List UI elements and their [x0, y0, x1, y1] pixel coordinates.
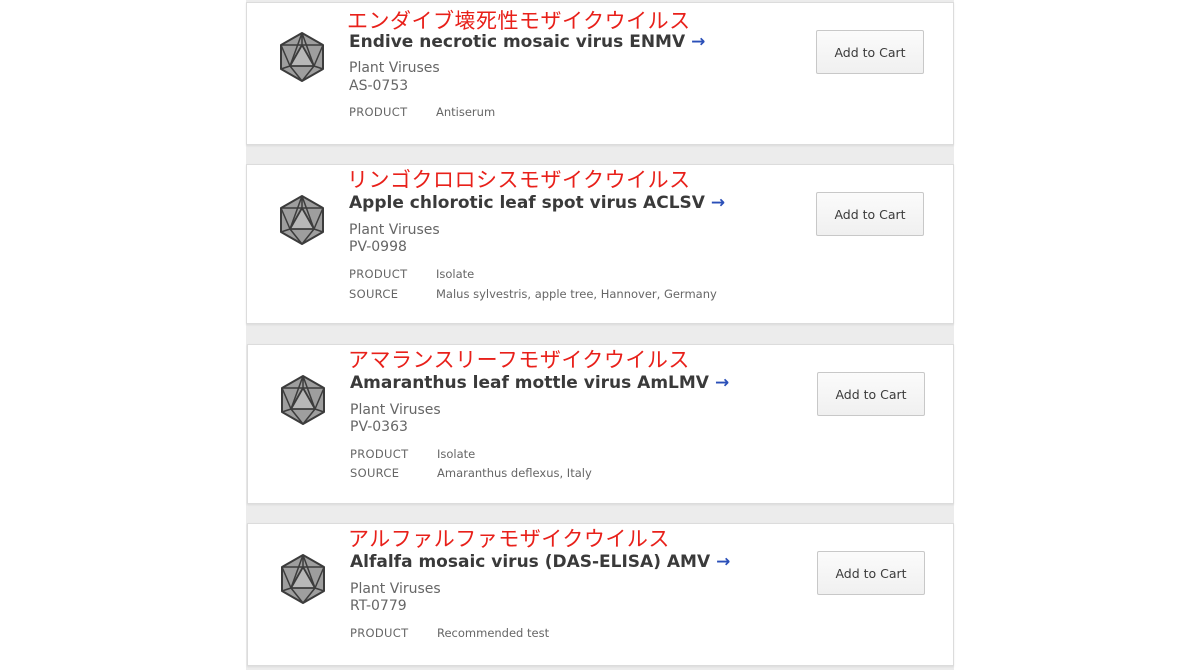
product-card: アルファルファモザイクウイルス Alfalfa mosaic virus (DA… [247, 523, 954, 666]
property-label: PRODUCT [350, 447, 409, 461]
add-to-cart-button[interactable]: Add to Cart [816, 30, 924, 74]
property-value: Antiserum [436, 105, 496, 119]
japanese-name-annotation: エンダイブ壊死性モザイクウイルス [347, 9, 691, 33]
virus-icosahedron-icon [280, 374, 326, 426]
property-label: SOURCE [350, 466, 400, 480]
product-category: Plant Viruses [350, 402, 441, 418]
product-code: RT-0779 [350, 598, 407, 614]
product-title[interactable]: Alfalfa mosaic virus (DAS-ELISA) AMV [350, 552, 710, 572]
arrow-right-icon[interactable]: → [716, 552, 730, 572]
product-title[interactable]: Amaranthus leaf mottle virus AmLMV [350, 373, 709, 393]
product-category: Plant Viruses [349, 222, 440, 238]
product-title[interactable]: Apple chlorotic leaf spot virus ACLSV [349, 193, 705, 213]
product-card: リンゴクロロシスモザイクウイルス Apple chlorotic leaf sp… [246, 164, 954, 324]
japanese-name-annotation: リンゴクロロシスモザイクウイルス [347, 168, 691, 192]
property-value: Recommended test [437, 626, 550, 640]
product-category: Plant Viruses [349, 60, 440, 76]
virus-icosahedron-icon [279, 31, 325, 83]
japanese-name-annotation: アマランスリーフモザイクウイルス [348, 348, 690, 372]
virus-icosahedron-icon [280, 553, 326, 605]
product-title-link[interactable]: Alfalfa mosaic virus (DAS-ELISA) AMV → [350, 551, 730, 573]
product-title-link[interactable]: Apple chlorotic leaf spot virus ACLSV → [349, 192, 725, 214]
property-value: Isolate [437, 447, 476, 461]
product-code: AS-0753 [349, 78, 409, 94]
japanese-name-annotation: アルファルファモザイクウイルス [348, 527, 670, 551]
property-label: PRODUCT [349, 267, 408, 281]
property-value: Isolate [436, 267, 475, 281]
product-card: エンダイブ壊死性モザイクウイルス Endive necrotic mosaic … [246, 2, 954, 145]
property-label: SOURCE [349, 287, 399, 301]
product-code: PV-0363 [350, 419, 408, 435]
add-to-cart-button[interactable]: Add to Cart [817, 372, 925, 416]
property-value: Malus sylvestris, apple tree, Hannover, … [436, 287, 717, 301]
arrow-right-icon[interactable]: → [715, 373, 729, 393]
property-label: PRODUCT [350, 626, 409, 640]
product-code: PV-0998 [349, 239, 407, 255]
product-title-link[interactable]: Endive necrotic mosaic virus ENMV → [349, 31, 705, 53]
arrow-right-icon[interactable]: → [711, 193, 725, 213]
product-category: Plant Viruses [350, 581, 441, 597]
virus-icosahedron-icon [279, 194, 325, 246]
add-to-cart-button[interactable]: Add to Cart [816, 192, 924, 236]
product-list: エンダイブ壊死性モザイクウイルス Endive necrotic mosaic … [246, 0, 954, 670]
product-title-link[interactable]: Amaranthus leaf mottle virus AmLMV → [350, 372, 729, 394]
product-title[interactable]: Endive necrotic mosaic virus ENMV [349, 32, 685, 52]
arrow-right-icon[interactable]: → [691, 32, 705, 52]
property-value: Amaranthus deflexus, Italy [437, 466, 592, 480]
property-label: PRODUCT [349, 105, 408, 119]
add-to-cart-button[interactable]: Add to Cart [817, 551, 925, 595]
product-card: アマランスリーフモザイクウイルス Amaranthus leaf mottle … [247, 344, 954, 504]
